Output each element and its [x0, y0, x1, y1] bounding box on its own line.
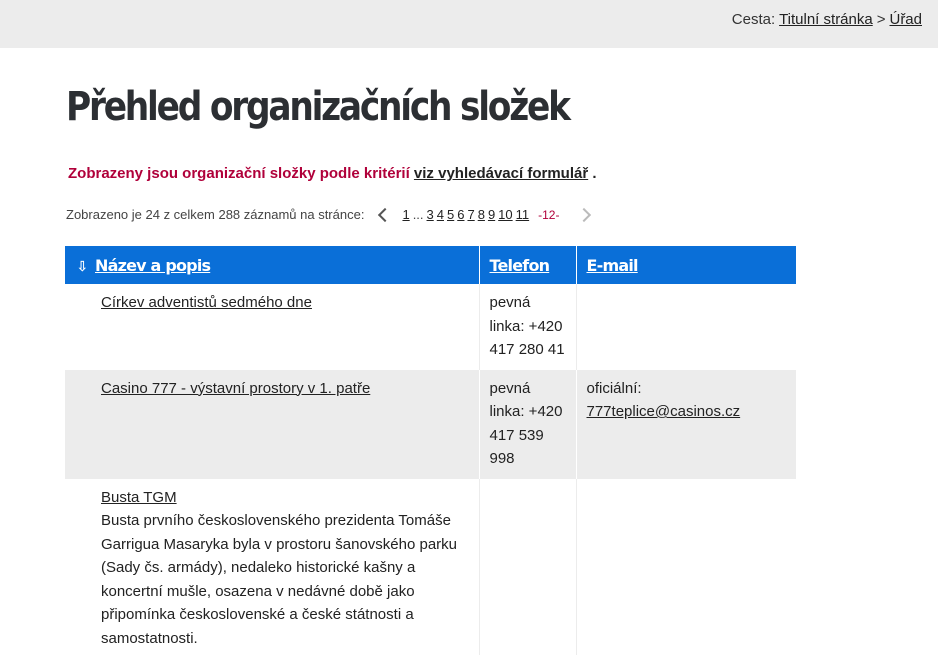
- column-header-email: E-mail: [576, 246, 796, 284]
- org-unit-link[interactable]: Casino 777 - výstavní prostory v 1. patř…: [101, 380, 370, 397]
- breadcrumb-link-office[interactable]: Úřad: [889, 11, 922, 28]
- page-link-1[interactable]: 1: [402, 207, 409, 222]
- sort-by-name-link[interactable]: Název a popis: [95, 256, 211, 275]
- page-link-5[interactable]: 5: [447, 207, 454, 222]
- page-link-9[interactable]: 9: [488, 207, 495, 222]
- sort-by-email-link[interactable]: E-mail: [587, 256, 639, 275]
- page-link-11[interactable]: 11: [516, 207, 530, 222]
- sort-down-icon: ⇩: [76, 258, 89, 275]
- pagination: Zobrazeno je 24 z celkem 288 záznamů na …: [66, 207, 601, 222]
- chevron-left-icon[interactable]: [378, 207, 393, 222]
- page-link-8[interactable]: 8: [478, 207, 485, 222]
- pagination-ellipsis: ...: [412, 207, 424, 222]
- page-title: Přehled organizačních složek: [66, 84, 571, 130]
- cell-name: Casino 777 - výstavní prostory v 1. patř…: [65, 369, 480, 479]
- top-bar: Cesta: Titulní stránka > Úřad: [0, 0, 938, 48]
- sort-by-phone-link[interactable]: Telefon: [490, 256, 551, 275]
- cell-email: oficiální: 777teplice@casinos.cz: [576, 369, 796, 479]
- table-row: Casino 777 - výstavní prostory v 1. patř…: [65, 369, 796, 479]
- pagination-summary: Zobrazeno je 24 z celkem 288 záznamů na …: [66, 207, 365, 222]
- table-row: Busta TGM Busta prvního československého…: [65, 478, 796, 655]
- cell-email: [576, 284, 796, 370]
- breadcrumb-link-home[interactable]: Titulní stránka: [779, 11, 873, 28]
- table-row: Církev adventistů sedmého dne pevná link…: [65, 284, 796, 370]
- cell-phone: [479, 478, 577, 655]
- cell-email: [576, 479, 796, 655]
- column-header-phone: Telefon: [479, 246, 577, 284]
- cell-phone: pevná linka: +420 417 539 998: [479, 369, 577, 479]
- org-unit-link[interactable]: Busta TGM: [101, 489, 177, 506]
- cell-name: Busta TGM Busta prvního československého…: [65, 478, 480, 655]
- cell-phone: pevná linka: +420 417 280 41: [479, 284, 577, 370]
- org-unit-link[interactable]: Církev adventistů sedmého dne: [101, 294, 312, 311]
- page-link-7[interactable]: 7: [467, 207, 474, 222]
- org-units-table: ⇩ Název a popis Telefon E-mail Církev adv…: [65, 246, 796, 655]
- page-link-6[interactable]: 6: [457, 207, 464, 222]
- page-link-4[interactable]: 4: [437, 207, 444, 222]
- org-unit-description: Busta prvního československého prezident…: [101, 512, 458, 647]
- breadcrumb-separator: >: [876, 11, 886, 28]
- column-header-name: ⇩ Název a popis: [65, 246, 480, 284]
- email-label: oficiální:: [586, 379, 642, 397]
- search-form-link[interactable]: viz vyhledávací formulář: [414, 165, 588, 182]
- cell-name: Církev adventistů sedmého dne: [65, 284, 480, 370]
- criteria-period: .: [592, 165, 597, 182]
- email-link[interactable]: 777teplice@casinos.cz: [587, 403, 741, 420]
- page-link-10[interactable]: 10: [498, 207, 512, 222]
- criteria-note: Zobrazeny jsou organizační složky podle …: [68, 165, 597, 182]
- breadcrumb: Cesta: Titulní stránka > Úřad: [732, 11, 922, 28]
- page-link-3[interactable]: 3: [427, 207, 434, 222]
- table-header-row: ⇩ Název a popis Telefon E-mail: [65, 246, 796, 284]
- current-page: -12-: [538, 207, 560, 222]
- breadcrumb-prefix: Cesta:: [731, 11, 776, 28]
- criteria-text: Zobrazeny jsou organizační složky podle …: [68, 165, 410, 182]
- chevron-right-icon: [577, 207, 592, 222]
